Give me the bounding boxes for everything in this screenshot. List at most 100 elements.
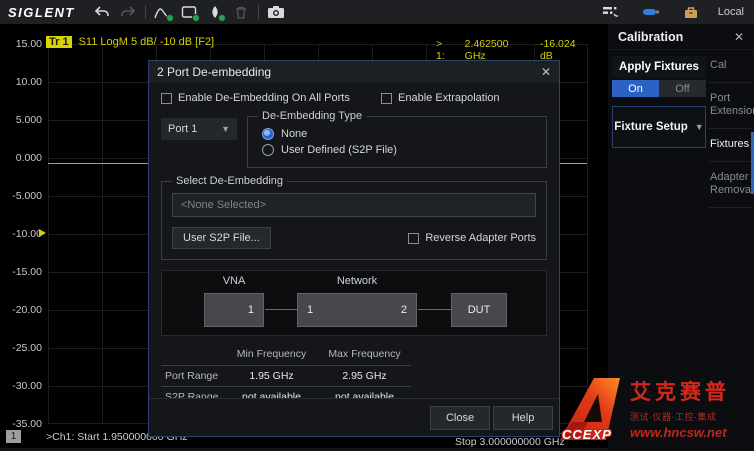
port-select-dropdown[interactable]: Port 1 ▼: [161, 118, 237, 140]
dialog-close-icon[interactable]: ✕: [541, 65, 551, 79]
toolbar-divider: [145, 5, 146, 19]
usb-device-icon[interactable]: [638, 1, 664, 23]
tab-cal[interactable]: Cal: [708, 50, 752, 83]
fixture-setup-dropdown[interactable]: Fixture Setup ▼: [612, 106, 706, 148]
y-axis-label: 5.000: [0, 114, 42, 126]
dialog-title: 2 Port De-embedding: [157, 65, 271, 79]
dut-label: DUT: [468, 304, 491, 316]
vna-port-number: 1: [248, 304, 254, 316]
tab-adapter-removal[interactable]: Adapter Removal: [708, 162, 752, 208]
checkbox-icon[interactable]: [161, 93, 172, 104]
trace-count-badge: [166, 14, 174, 22]
radio-label: None: [281, 128, 307, 140]
marker-icon[interactable]: [202, 1, 228, 23]
y-axis-label: 15.00: [0, 38, 42, 50]
tab-fixtures[interactable]: Fixtures: [708, 129, 752, 162]
vna-screen: SIGLENT: [0, 0, 754, 451]
sidebar-title: Calibration: [618, 30, 683, 44]
select-de-embedding-group: Select De-Embedding <None Selected> User…: [161, 175, 547, 260]
calibration-sidebar: Calibration ✕ Apply Fixtures On Off Fixt…: [608, 24, 754, 451]
checkbox-icon[interactable]: [381, 93, 392, 104]
y-axis-label: -5.000: [0, 190, 42, 202]
checkbox-label: Reverse Adapter Ports: [425, 232, 536, 244]
dialog-title-bar: 2 Port De-embedding ✕: [149, 61, 559, 83]
select-de-embedding-legend: Select De-Embedding: [172, 175, 287, 187]
chevron-down-icon: ▼: [221, 124, 230, 134]
toggle-off-button[interactable]: Off: [659, 80, 706, 97]
table-header-row: Min Frequency Max Frequency: [161, 344, 411, 365]
user-s2p-file-button[interactable]: User S2P File...: [172, 227, 271, 249]
local-mode-label: Local: [718, 6, 744, 18]
y-axis-label: -30.00: [0, 380, 42, 392]
tab-port-extension[interactable]: Port Extension: [708, 83, 752, 129]
y-axis-label: 0.000: [0, 152, 42, 164]
trace1-chip[interactable]: Tr 1: [46, 36, 72, 48]
min-frequency-header: Min Frequency: [225, 344, 318, 365]
checkbox-label: Enable Extrapolation: [398, 92, 500, 104]
de-embedding-dialog: 2 Port De-embedding ✕ Enable De-Embeddin…: [148, 60, 560, 437]
network-port2-number: 2: [401, 294, 407, 326]
undo-icon[interactable]: [89, 1, 115, 23]
port-range-min: 1.95 GHz: [225, 365, 318, 386]
y-axis-label: 10.00: [0, 76, 42, 88]
window-layout-icon[interactable]: [598, 1, 624, 23]
port-and-type-row: Port 1 ▼ De-Embedding Type None User Def…: [149, 106, 559, 168]
marker-number: > 1:: [436, 38, 453, 62]
window-icon[interactable]: [176, 1, 202, 23]
checkbox-icon[interactable]: [408, 233, 419, 244]
network-box: 1 2: [297, 293, 417, 327]
trash-icon[interactable]: [228, 1, 254, 23]
connector-line: [418, 309, 451, 310]
window-count-badge: [192, 14, 200, 22]
sidebar-header: Calibration ✕: [608, 24, 754, 50]
stop-frequency-label: Stop 3.000000000 GHz: [455, 436, 565, 448]
toolbar-divider: [258, 5, 259, 19]
trace-icon[interactable]: [150, 1, 176, 23]
top-toolbar: SIGLENT: [0, 0, 754, 24]
selected-file-field[interactable]: <None Selected>: [172, 193, 536, 217]
radio-selected-icon[interactable]: [262, 128, 274, 140]
screenshot-camera-icon[interactable]: [263, 1, 289, 23]
dialog-checkbox-row: Enable De-Embedding On All Ports Enable …: [149, 83, 559, 106]
close-button[interactable]: Close: [430, 406, 490, 430]
y-axis-label: -25.00: [0, 342, 42, 354]
enable-extrapolation-checkbox[interactable]: Enable Extrapolation: [381, 92, 500, 104]
redo-icon[interactable]: [115, 1, 141, 23]
checkbox-label: Enable De-Embedding On All Ports: [178, 92, 350, 104]
trace-info-bar: Tr 1 S11 LogM 5 dB/ -10 dB [F2]: [46, 36, 214, 48]
port-range-max: 2.95 GHz: [318, 365, 411, 386]
sidebar-controls: Apply Fixtures On Off Fixture Setup ▼: [612, 56, 706, 148]
channel-badge[interactable]: 1: [6, 430, 21, 443]
y-axis-label: -20.00: [0, 304, 42, 316]
marker-frequency: 2.462500 GHz: [465, 38, 528, 62]
file-row: User S2P File... Reverse Adapter Ports: [172, 227, 536, 249]
toggle-on-button[interactable]: On: [612, 80, 659, 97]
siglent-logo: SIGLENT: [8, 5, 75, 20]
y-axis-label: -10.00: [0, 228, 42, 240]
de-embedding-type-group: De-Embedding Type None User Defined (S2P…: [247, 110, 547, 168]
toolbox-icon[interactable]: [678, 1, 704, 23]
sidebar-tabs: Cal Port Extension Fixtures Adapter Remo…: [708, 50, 752, 208]
port-select-value: Port 1: [168, 123, 197, 135]
marker-readout: > 1: 2.462500 GHz -16.024 dB: [436, 38, 588, 62]
network-port1-number: 1: [307, 294, 313, 326]
network-topology-diagram: VNA Network 1 1 2 DUT: [161, 270, 547, 336]
fixture-setup-label: Fixture Setup: [614, 121, 687, 133]
dialog-footer: Close Help: [149, 398, 559, 436]
type-none-radio[interactable]: None: [262, 128, 536, 140]
enable-all-ports-checkbox[interactable]: Enable De-Embedding On All Ports: [161, 92, 381, 104]
accexp-logo-text: CCEXP: [562, 427, 612, 442]
help-button[interactable]: Help: [493, 406, 553, 430]
apply-fixtures-label: Apply Fixtures: [612, 56, 706, 78]
type-user-defined-radio[interactable]: User Defined (S2P File): [262, 144, 536, 156]
trace1-format-label: S11 LogM 5 dB/ -10 dB [F2]: [79, 36, 215, 48]
reverse-adapter-ports-checkbox[interactable]: Reverse Adapter Ports: [408, 232, 536, 244]
sidebar-close-icon[interactable]: ✕: [734, 30, 744, 44]
radio-icon[interactable]: [262, 144, 274, 156]
radio-label: User Defined (S2P File): [281, 144, 397, 156]
port-range-label: Port Range: [161, 365, 225, 386]
vna-box: 1: [204, 293, 264, 327]
marker-count-badge: [218, 14, 226, 22]
connector-line: [265, 309, 297, 310]
toolbar-right-group: Local: [598, 1, 754, 23]
